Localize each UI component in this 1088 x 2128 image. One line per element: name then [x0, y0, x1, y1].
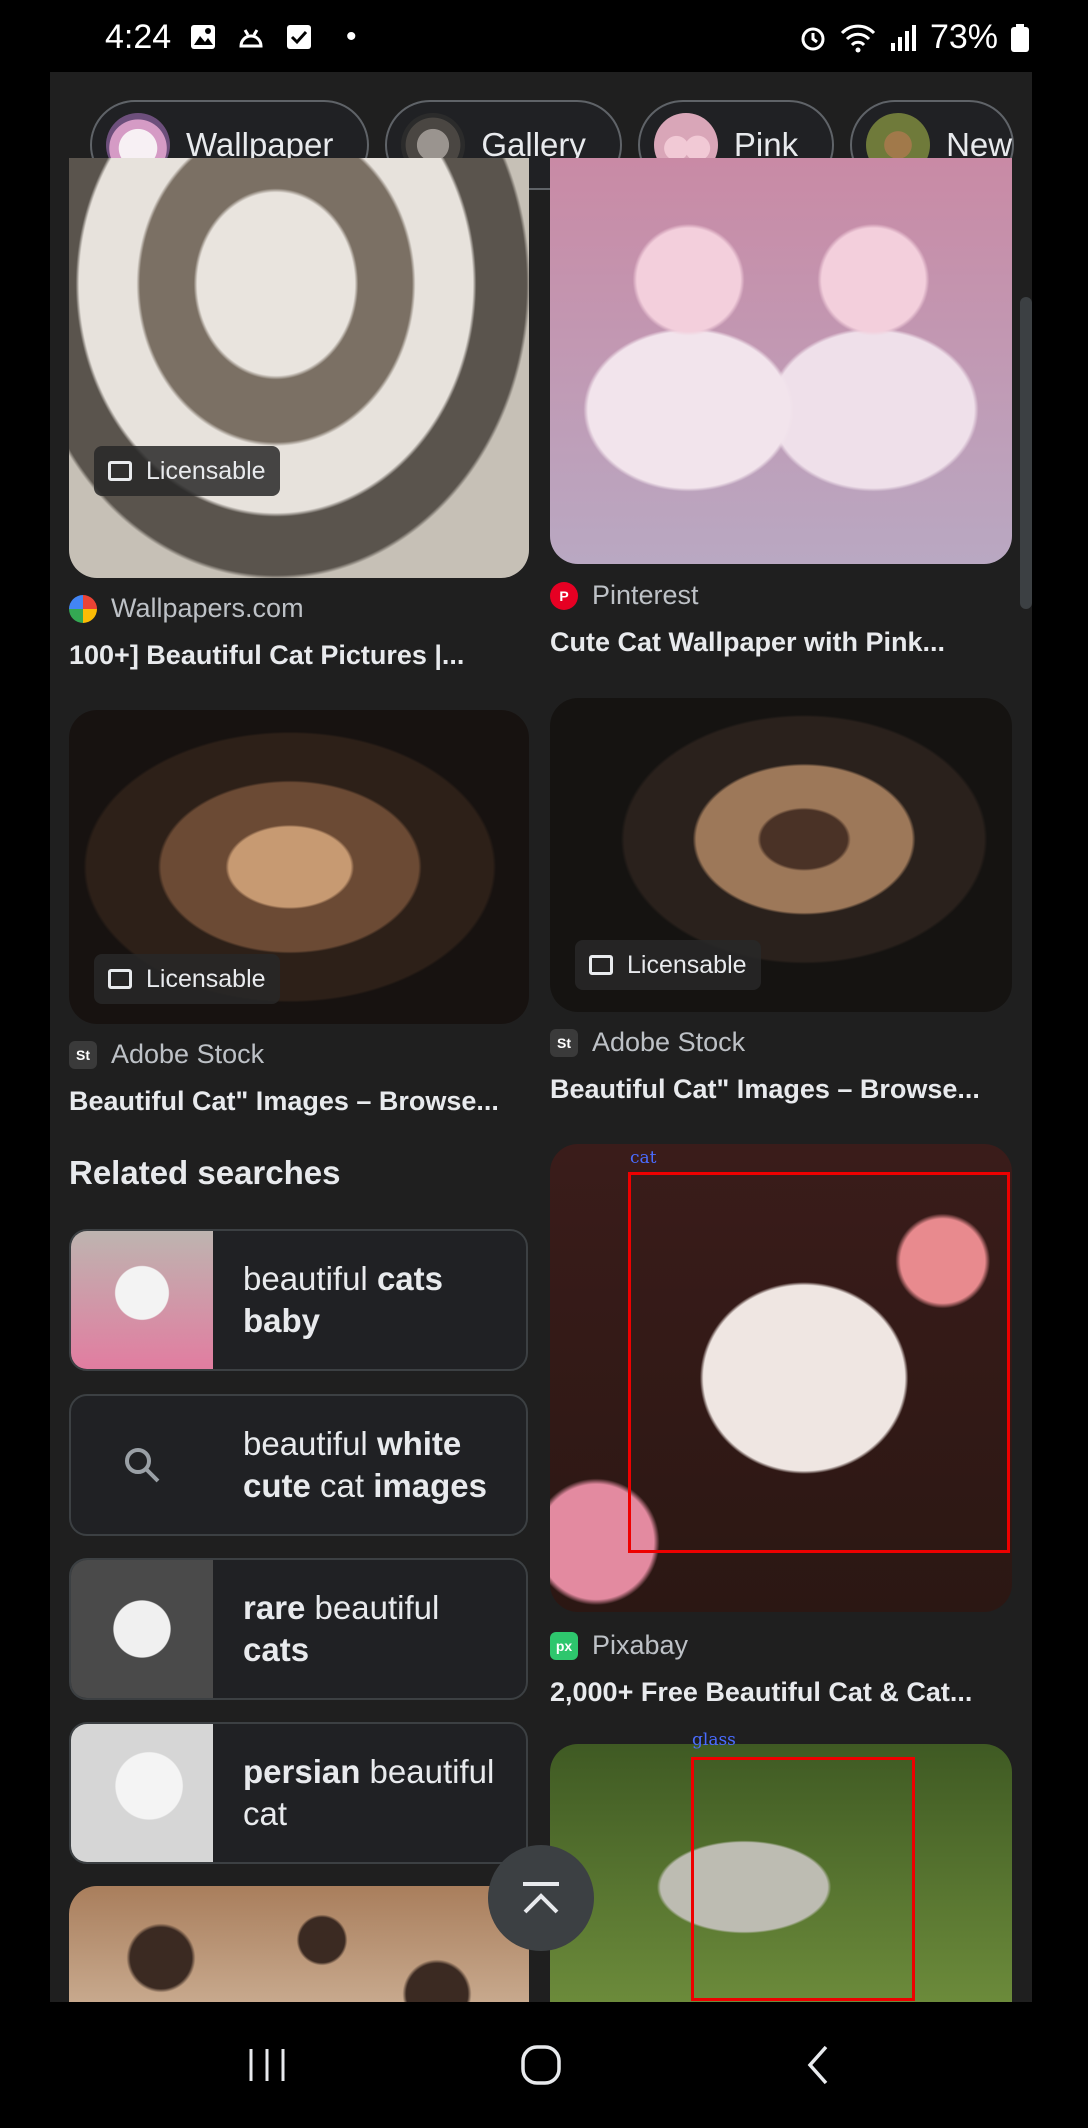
result-source-4[interactable]: St Adobe Stock — [550, 1027, 745, 1058]
related-search-item-4[interactable]: persian beautiful cat — [69, 1722, 528, 1864]
related-text: beautiful cats baby — [243, 1260, 443, 1339]
result-image-1[interactable]: Licensable — [69, 158, 529, 578]
related-image-leopard[interactable] — [69, 1886, 529, 2002]
related-search-item-1[interactable]: beautiful cats baby — [69, 1229, 528, 1371]
result-image-4[interactable]: Licensable — [550, 698, 1012, 1012]
related-thumbnail — [71, 1724, 213, 1862]
detection-box-glass — [691, 1757, 915, 2001]
recent-apps-icon — [249, 2049, 285, 2081]
search-icon-box — [71, 1396, 213, 1534]
search-icon — [125, 1448, 160, 1483]
licensable-badge: Licensable — [575, 940, 761, 990]
related-text: rare beautiful cats — [243, 1589, 440, 1668]
recent-apps-button[interactable] — [187, 2002, 347, 2128]
pixabay-favicon: px — [550, 1631, 578, 1660]
back-icon — [807, 2045, 828, 2085]
licensable-badge: Licensable — [94, 954, 280, 1004]
source-name: Adobe Stock — [111, 1039, 265, 1069]
related-thumbnail — [71, 1560, 213, 1698]
chevron-up-icon — [523, 1882, 559, 1914]
back-button[interactable] — [737, 2002, 897, 2128]
result-image-2[interactable] — [550, 158, 1012, 564]
adobe-stock-favicon: St — [69, 1040, 97, 1069]
status-bar: 4:24 • 73% — [0, 0, 1088, 72]
image-search-results: Wallpaper Gallery Pink New Licensable Wa… — [50, 72, 1032, 2002]
licensable-badge: Licensable — [94, 446, 280, 496]
battery-icon — [1011, 23, 1029, 52]
android-debug-icon — [239, 29, 263, 48]
result-title-4[interactable]: Beautiful Cat" Images – Browse... — [550, 1074, 1012, 1105]
signal-icon — [890, 24, 916, 51]
detection-box-cat — [628, 1172, 1010, 1553]
scroll-to-top-button[interactable] — [488, 1845, 594, 1951]
adobe-stock-favicon: St — [550, 1028, 578, 1057]
badge-label: Licensable — [146, 456, 266, 485]
related-searches-heading: Related searches — [69, 1154, 341, 1191]
notification-dot: • — [346, 20, 357, 53]
wallpapers-favicon — [69, 594, 97, 623]
image-icon — [108, 969, 132, 989]
result-source-5[interactable]: px Pixabay — [550, 1630, 688, 1661]
home-button[interactable] — [461, 2002, 621, 2128]
battery-percent: 73% — [929, 18, 998, 56]
related-search-item-2[interactable]: beautiful white cute cat images — [69, 1394, 528, 1536]
result-source-3[interactable]: St Adobe Stock — [69, 1039, 264, 1070]
image-icon — [589, 955, 613, 975]
check-box-icon — [287, 25, 311, 49]
related-text: beautiful white cute cat images — [243, 1425, 487, 1504]
detection-label: cat — [630, 1148, 657, 1168]
source-name: Pinterest — [592, 580, 699, 610]
detection-label: glass — [692, 1730, 736, 1750]
related-text: persian beautiful cat — [243, 1753, 495, 1832]
image-icon — [108, 461, 132, 481]
result-title-5[interactable]: 2,000+ Free Beautiful Cat & Cat... — [550, 1677, 1012, 1708]
pinterest-favicon: P — [550, 581, 578, 610]
related-thumbnail — [71, 1231, 213, 1369]
wifi-icon — [840, 24, 876, 52]
result-image-3[interactable]: Licensable — [69, 710, 529, 1024]
alarm-icon — [801, 27, 825, 50]
scrollbar[interactable] — [1020, 297, 1032, 609]
result-title-2[interactable]: Cute Cat Wallpaper with Pink... — [550, 627, 1012, 658]
home-icon — [521, 2045, 561, 2085]
source-name: Adobe Stock — [592, 1027, 746, 1057]
related-search-item-3[interactable]: rare beautiful cats — [69, 1558, 528, 1700]
result-source-2[interactable]: P Pinterest — [550, 580, 699, 611]
source-name: Wallpapers.com — [111, 593, 304, 623]
system-navigation-bar — [0, 2002, 1088, 2128]
result-source-1[interactable]: Wallpapers.com — [69, 593, 304, 624]
result-title-1[interactable]: 100+] Beautiful Cat Pictures |... — [69, 640, 529, 671]
result-title-3[interactable]: Beautiful Cat" Images – Browse... — [69, 1086, 529, 1117]
source-name: Pixabay — [592, 1630, 689, 1660]
status-time: 4:24 — [105, 18, 172, 56]
gallery-icon — [191, 25, 215, 49]
badge-label: Licensable — [627, 950, 747, 979]
badge-label: Licensable — [146, 964, 266, 993]
